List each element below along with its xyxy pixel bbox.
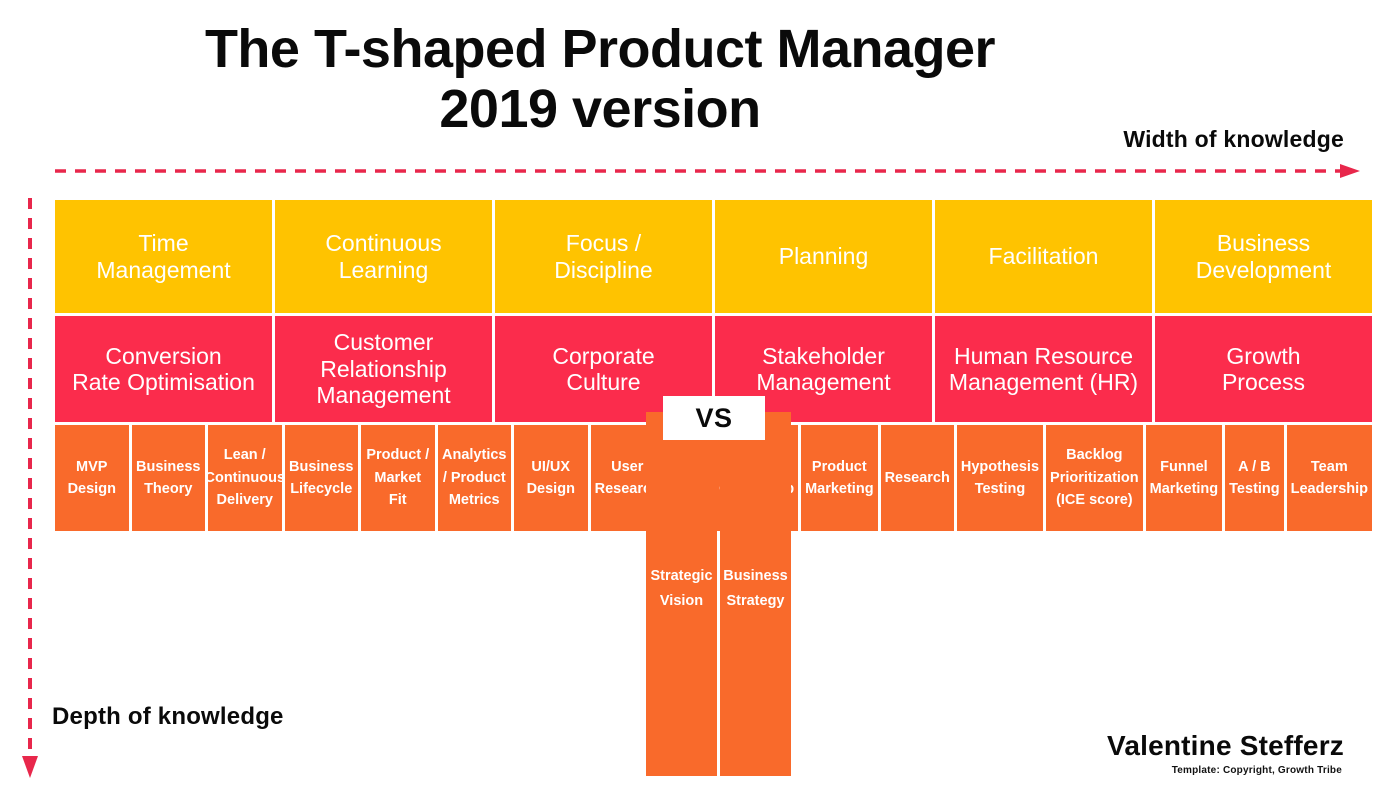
soft-skill-cell[interactable]: Focus / Discipline <box>495 200 712 313</box>
skill-cell[interactable]: Business Theory <box>131 425 205 531</box>
title-line-1: The T-shaped Product Manager <box>204 19 996 79</box>
skills-right-group: ProductOwnership ProductMarketing Resear… <box>715 425 1372 531</box>
dashed-arrow-down-icon <box>22 198 38 778</box>
soft-skills-row: Time Management Continuous Learning Focus … <box>55 200 1372 313</box>
skill-cell[interactable]: Product Marketing <box>801 425 878 531</box>
skill-cell[interactable]: UI/UX Design <box>514 425 588 531</box>
stem-cell-strategic-vision[interactable]: Strategic Vision <box>646 412 717 776</box>
soft-skill-cell[interactable]: Business Development <box>1155 200 1372 313</box>
depth-of-knowledge-label: Depth of knowledge <box>52 703 284 730</box>
dashed-arrow-right-icon <box>55 164 1360 178</box>
skill-cell[interactable]: Backlog Prioritization (ICE score) <box>1046 425 1143 531</box>
domain-cell[interactable]: Human Resource Management (HR) <box>935 316 1152 422</box>
soft-skill-cell[interactable]: Continuous Learning <box>275 200 492 313</box>
skill-cell[interactable]: Business Lifecycle <box>284 425 358 531</box>
page-title: The T-shaped Product Manager 2019 versio… <box>0 22 1400 136</box>
skill-cell[interactable]: Lean / Continuous Delivery <box>204 425 285 531</box>
skills-left-group: MVP Design Business Theory Lean / Continuou… <box>55 425 664 531</box>
soft-skill-cell[interactable]: Time Management <box>55 200 272 313</box>
skill-cell[interactable]: Team Leadership <box>1286 425 1372 531</box>
width-of-knowledge-label: Width of knowledge <box>1123 126 1344 152</box>
soft-skill-cell[interactable]: Facilitation <box>935 200 1152 313</box>
skill-cell[interactable]: Analytics / Product Metrics <box>437 425 511 531</box>
skill-cell[interactable]: MVP Design <box>55 425 129 531</box>
author-name: Valentine Stefferz <box>1106 730 1344 761</box>
soft-skill-cell[interactable]: Planning <box>715 200 932 313</box>
domain-cell[interactable]: Customer Relationship Management <box>275 316 492 422</box>
stem-cell-business-strategy[interactable]: Business Strategy <box>720 412 791 776</box>
skill-cell[interactable]: A / B Testing <box>1225 425 1284 531</box>
title-line-2: 2019 version <box>439 79 761 139</box>
domain-cell[interactable]: Growth Process <box>1155 316 1372 422</box>
skill-cell[interactable]: Research <box>880 425 954 531</box>
domain-cell[interactable]: Conversion Rate Optimisation <box>55 316 272 422</box>
skill-cell[interactable]: Hypothesis Testing <box>956 425 1044 531</box>
depth-stem: Strategic Vision Business Strategy <box>646 412 791 776</box>
skill-cell[interactable]: Funnel Marketing <box>1145 425 1223 531</box>
template-credit: Template: Copyright, Growth Tribe <box>1171 765 1342 776</box>
skill-cell[interactable]: Product / Market Fit <box>361 425 435 531</box>
vs-badge: VS <box>663 396 765 440</box>
